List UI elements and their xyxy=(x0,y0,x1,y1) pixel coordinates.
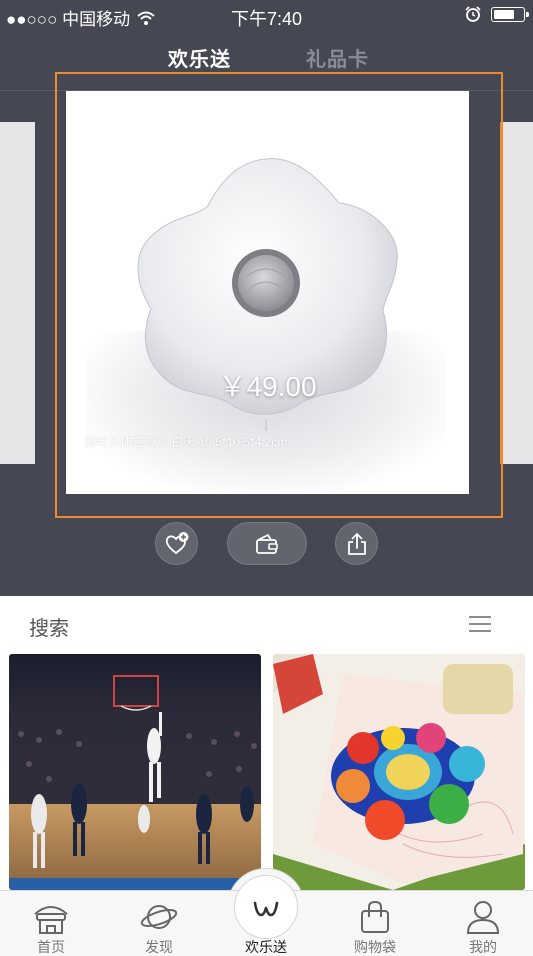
search-button[interactable]: 搜索 xyxy=(29,612,69,641)
share-icon xyxy=(347,532,366,555)
feed-item-basketball[interactable] xyxy=(9,654,261,890)
basketball-photo xyxy=(9,654,261,890)
status-right xyxy=(465,6,529,22)
tab-huanlesong[interactable]: 欢乐送 xyxy=(168,43,231,72)
product-card[interactable]: ￥49.00 周叶人体感应灯 白天 10.5*10.5*4.2cm xyxy=(66,91,469,494)
like-button[interactable] xyxy=(155,522,198,565)
center-tab-button[interactable] xyxy=(234,875,298,939)
status-bar: ●●○○○ 中国移动 下午7:40 xyxy=(0,0,533,30)
toy-photo xyxy=(273,654,525,890)
tab-home-label: 首页 xyxy=(37,939,65,955)
featured-region: ●●○○○ 中国移动 下午7:40 欢乐送 礼品卡 ￥49.00 周叶人体感应灯… xyxy=(0,0,533,596)
tab-me[interactable]: 我的 xyxy=(443,891,523,956)
tab-shopping-bag-label: 购物袋 xyxy=(354,939,396,955)
user-icon xyxy=(466,901,500,934)
tab-discover-label: 发现 xyxy=(145,939,173,955)
feed-item-toy[interactable] xyxy=(273,654,525,890)
tab-huanlesong-label: 欢乐送 xyxy=(245,939,287,955)
card-actions xyxy=(0,522,533,568)
tab-home[interactable]: 首页 xyxy=(11,891,91,956)
shopping-bag-icon xyxy=(361,900,389,933)
battery-icon xyxy=(491,6,529,22)
tab-discover[interactable]: 发现 xyxy=(119,891,199,956)
tab-shopping-bag[interactable]: 购物袋 xyxy=(335,891,415,956)
next-product-card[interactable] xyxy=(500,122,533,464)
product-caption: 周叶人体感应灯 白天 10.5*10.5*4.2cm xyxy=(84,435,288,449)
status-time: 下午7:40 xyxy=(230,9,303,29)
tab-gift-card[interactable]: 礼品卡 xyxy=(306,43,369,72)
tab-me-label: 我的 xyxy=(469,939,497,955)
menu-icon[interactable] xyxy=(469,616,491,632)
planet-icon xyxy=(140,905,178,929)
prev-product-card[interactable] xyxy=(0,122,35,464)
w-logo-icon xyxy=(253,901,279,917)
wallet-icon xyxy=(256,533,278,554)
home-icon xyxy=(34,906,68,934)
wallet-button[interactable] xyxy=(227,522,307,565)
heart-plus-icon xyxy=(165,531,188,554)
search-row: 搜索 xyxy=(0,596,533,652)
share-button[interactable] xyxy=(335,522,378,565)
alarm-icon xyxy=(465,6,481,22)
product-price: ￥49.00 xyxy=(218,371,317,402)
